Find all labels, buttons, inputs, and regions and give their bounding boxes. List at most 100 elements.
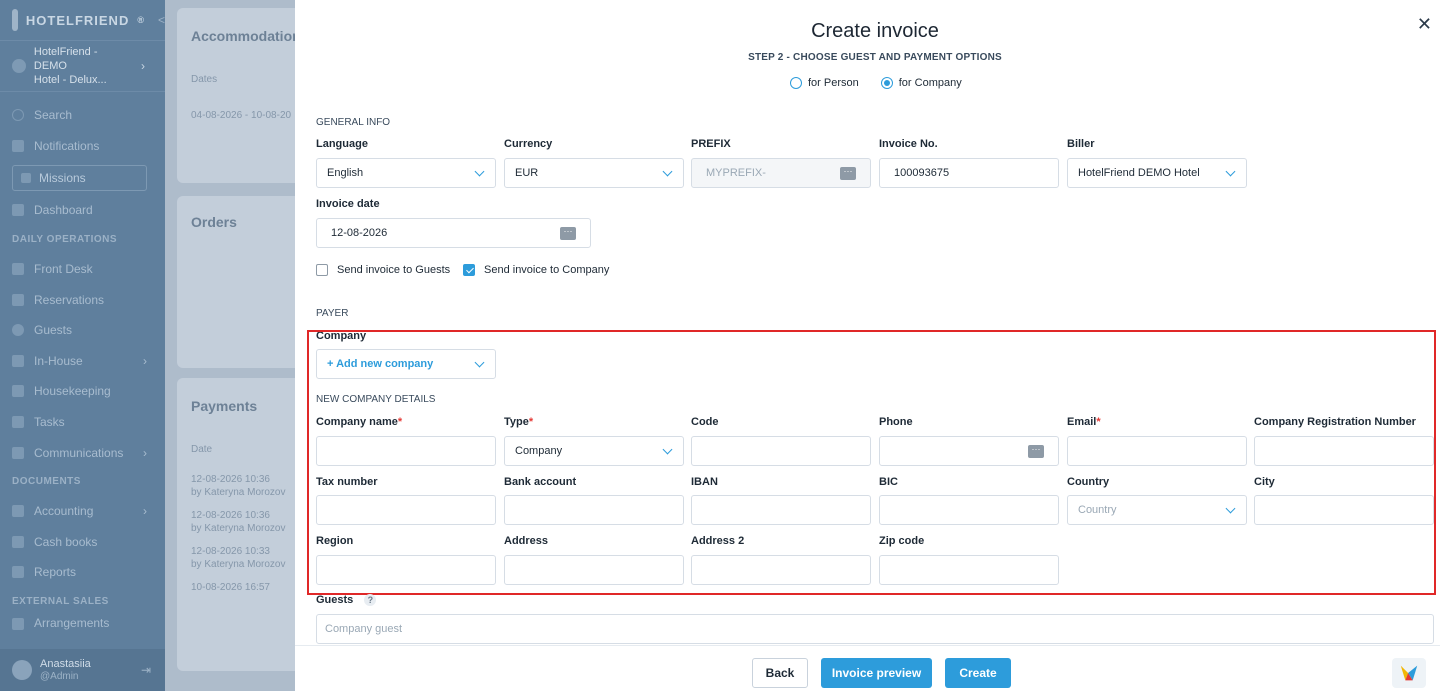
invoice-date-field[interactable]: 12-08-2026 ··· (316, 218, 591, 248)
sidebar-item-dashboard[interactable]: Dashboard (0, 195, 165, 226)
sidebar-item-in-house[interactable]: In-House › (0, 346, 165, 377)
create-button[interactable]: Create (945, 658, 1011, 688)
language-select[interactable]: English (316, 158, 496, 188)
radio-circle-selected[interactable] (880, 77, 893, 89)
sidebar-item-label: Guests (34, 323, 73, 338)
logout-icon[interactable]: ⇥ (141, 663, 151, 677)
phone-label: Phone (879, 416, 913, 428)
chevron-down-icon (474, 357, 485, 368)
code-label: Code (691, 416, 719, 428)
front-desk-icon (12, 263, 24, 276)
region-label: Region (316, 535, 354, 547)
chevron-down-icon (1225, 503, 1236, 514)
phone-input[interactable]: ··· (879, 436, 1059, 466)
modal-footer: Back Invoice preview Create (295, 645, 1440, 691)
hotel-name-line1: HotelFriend - DEMO (33, 46, 98, 72)
logo-text: HOTELFRIEND (25, 12, 130, 28)
sidebar-item-guests[interactable]: Guests (0, 315, 165, 346)
invoice-preview-button[interactable]: Invoice preview (821, 658, 932, 688)
required-mark: * (528, 416, 534, 428)
sidebar-item-cash-books[interactable]: Cash books (0, 527, 165, 558)
sidebar-item-communications[interactable]: Communications › (0, 437, 165, 468)
sidebar-item-notifications[interactable]: Notifications (0, 131, 165, 162)
step-title: STEP 2 - CHOOSE GUEST AND PAYMENT OPTION… (748, 52, 1002, 63)
address2-label: Address 2 (691, 535, 745, 547)
prefix-field[interactable]: MYPREFIX- ··· (691, 158, 871, 188)
radio-label: for Person (808, 77, 859, 89)
app-root: HOTELFRIEND ® < HotelFriend - DEMO Hotel… (0, 0, 1440, 691)
missions-button[interactable]: Missions (12, 165, 147, 192)
country-select[interactable]: Country (1067, 495, 1247, 525)
sidebar-item-arrangements[interactable]: Arrangements (0, 616, 165, 630)
type-label: Type* (504, 416, 533, 428)
currency-select[interactable]: EUR (504, 158, 684, 188)
bank-account-input[interactable] (504, 495, 684, 525)
biller-label: Biller (1067, 138, 1095, 150)
brand-logo-icon[interactable] (1392, 658, 1426, 688)
code-input[interactable] (691, 436, 871, 466)
bank-account-label: Bank account (504, 476, 577, 488)
sidebar-item-accounting[interactable]: Accounting › (0, 496, 165, 527)
invoice-date-label: Invoice date (316, 198, 380, 210)
sidebar: HOTELFRIEND ® < HotelFriend - DEMO Hotel… (0, 0, 165, 691)
hotel-switcher[interactable]: HotelFriend - DEMO Hotel - Delux... › (0, 40, 165, 92)
send-to-guests-checkbox[interactable]: Send invoice to Guests (316, 264, 450, 276)
checkbox-box[interactable] (316, 264, 328, 276)
zip-input[interactable] (879, 555, 1059, 585)
sidebar-item-reports[interactable]: Reports (0, 557, 165, 588)
address-label: Address (504, 535, 549, 547)
user-profile[interactable]: Anastasiia @Admin ⇥ (0, 649, 165, 691)
type-select[interactable]: Company (504, 436, 684, 466)
search-icon (12, 109, 24, 122)
biller-value: HotelFriend DEMO Hotel (1078, 167, 1200, 179)
tax-number-label: Tax number (316, 476, 378, 488)
collapse-icon[interactable]: < (158, 13, 165, 27)
iban-input[interactable] (691, 495, 871, 525)
guests-placeholder: Company guest (325, 623, 403, 635)
sidebar-item-label: Reservations (34, 292, 105, 307)
biller-select[interactable]: HotelFriend DEMO Hotel (1067, 158, 1247, 188)
chat-icon (12, 446, 24, 459)
radio-for-company[interactable]: for Company (880, 77, 962, 89)
guests-select[interactable]: Company guest (316, 614, 1434, 644)
invoice-no-field[interactable]: 100093675 (879, 158, 1059, 188)
company-name-input[interactable] (316, 436, 496, 466)
back-button[interactable]: Back (752, 658, 808, 688)
sidebar-item-front-desk[interactable]: Front Desk (0, 254, 165, 285)
guests-label: Guests ? (316, 594, 377, 606)
add-company-label: + Add new company (327, 358, 434, 370)
address2-input[interactable] (691, 555, 871, 585)
background-content: Accommodation Dates 04-08-2026 - 10-08-2… (165, 0, 317, 691)
sidebar-item-label: Arrangements (34, 615, 110, 630)
phone-picker-icon[interactable]: ··· (1028, 445, 1044, 458)
invoice-date-value: 12-08-2026 (331, 227, 388, 239)
logo[interactable]: HOTELFRIEND ® < (0, 0, 165, 40)
sidebar-item-label: Notifications (34, 138, 100, 153)
hotel-icon (12, 59, 26, 73)
region-input[interactable] (316, 555, 496, 585)
city-input[interactable] (1254, 495, 1434, 525)
email-input[interactable] (1067, 436, 1247, 466)
radio-for-person[interactable]: for Person (790, 77, 859, 89)
sidebar-item-tasks[interactable]: Tasks (0, 407, 165, 438)
checkbox-box-checked[interactable] (463, 264, 475, 276)
sidebar-item-search[interactable]: Search (0, 100, 165, 131)
sidebar-item-housekeeping[interactable]: Housekeeping (0, 376, 165, 407)
company-name-label: Company name* (316, 416, 402, 428)
missions-icon (21, 173, 31, 184)
sidebar-item-reservations[interactable]: Reservations (0, 284, 165, 315)
add-new-company-select[interactable]: + Add new company (316, 349, 496, 379)
address-input[interactable] (504, 555, 684, 585)
bic-input[interactable] (879, 495, 1059, 525)
chevron-down-icon (662, 444, 673, 455)
chevron-down-icon (474, 166, 485, 177)
help-icon[interactable]: ? (364, 594, 377, 606)
calendar-icon[interactable]: ··· (560, 227, 576, 240)
avatar (12, 660, 32, 680)
send-to-company-checkbox[interactable]: Send invoice to Company (463, 264, 609, 276)
reg-number-input[interactable] (1254, 436, 1434, 466)
email-label: Email* (1067, 416, 1101, 428)
tax-number-input[interactable] (316, 495, 496, 525)
radio-circle[interactable] (790, 77, 802, 89)
brand-logo-svg (1400, 665, 1418, 681)
